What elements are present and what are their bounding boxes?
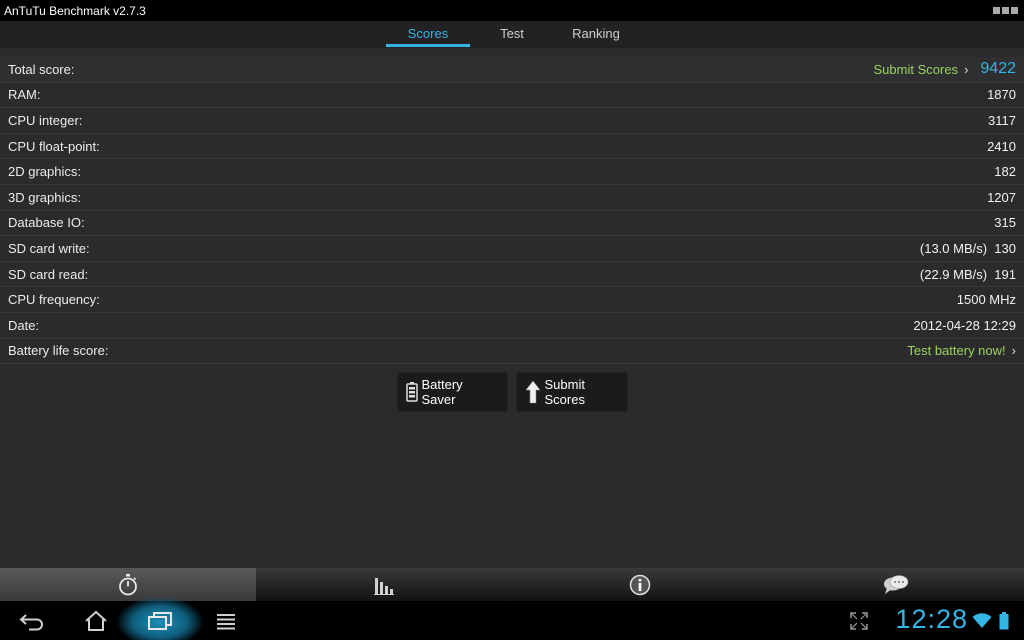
score-value: 315 bbox=[994, 215, 1016, 231]
score-label: CPU float-point: bbox=[8, 138, 100, 154]
score-value: 2410 bbox=[987, 138, 1016, 154]
expand-icon bbox=[850, 611, 868, 630]
nav-info[interactable] bbox=[512, 568, 768, 601]
total-score-row: Total score: Submit Scores › 9422 bbox=[0, 57, 1024, 83]
back-icon bbox=[19, 613, 43, 630]
overflow-menu-icon[interactable] bbox=[993, 7, 1018, 14]
upload-arrow-icon bbox=[524, 380, 541, 404]
score-value: 182 bbox=[994, 164, 1016, 180]
battery-status bbox=[996, 601, 1012, 640]
score-label: SD card read: bbox=[8, 266, 89, 282]
score-row-cpu-frequency: CPU frequency: 1500 MHz bbox=[0, 287, 1024, 313]
score-row-date: Date: 2012-04-28 12:29 bbox=[0, 313, 1024, 339]
recent-apps-button[interactable] bbox=[142, 601, 178, 640]
score-label: 2D graphics: bbox=[8, 164, 81, 180]
bottom-navigation bbox=[0, 568, 1024, 601]
back-button[interactable] bbox=[14, 601, 50, 640]
nav-chat[interactable] bbox=[768, 568, 1024, 601]
tab-ranking[interactable]: Ranking bbox=[554, 21, 638, 48]
total-score-value: 9422 bbox=[980, 60, 1016, 78]
test-battery-link[interactable]: Test battery now! › bbox=[907, 343, 1016, 358]
score-label: Database IO: bbox=[8, 215, 85, 231]
app-title: AnTuTu Benchmark v2.7.3 bbox=[4, 3, 146, 18]
score-value: 1207 bbox=[987, 189, 1016, 205]
nav-test[interactable] bbox=[256, 568, 512, 601]
tab-bar: Scores Test Ranking bbox=[0, 21, 1024, 48]
score-value: (13.0 MB/s) 130 bbox=[919, 240, 1016, 256]
submit-scores-label: Submit Scores bbox=[544, 377, 585, 407]
score-label: SD card write: bbox=[8, 240, 90, 256]
system-bar: 12:28 bbox=[0, 597, 1024, 640]
score-list: Total score: Submit Scores › 9422 RAM: 1… bbox=[0, 57, 1024, 365]
bar-chart-icon bbox=[374, 577, 394, 595]
action-buttons: Battery Saver Submit Scores bbox=[0, 373, 1024, 411]
score-row-cpu-float: CPU float-point: 2410 bbox=[0, 134, 1024, 160]
score-row-3d-graphics: 3D graphics: 1207 bbox=[0, 185, 1024, 211]
clock: 12:28 bbox=[895, 604, 968, 634]
score-value: 1870 bbox=[987, 87, 1016, 103]
score-row-ram: RAM: 1870 bbox=[0, 83, 1024, 109]
wifi-icon bbox=[972, 612, 992, 628]
total-score-value-group: Submit Scores › 9422 bbox=[874, 60, 1016, 78]
score-label: CPU integer: bbox=[8, 112, 83, 128]
menu-button[interactable] bbox=[208, 601, 244, 640]
title-bar: AnTuTu Benchmark v2.7.3 bbox=[0, 0, 1024, 21]
chevron-right-icon: › bbox=[1011, 343, 1016, 359]
total-score-label: Total score: bbox=[8, 61, 75, 77]
stopwatch-icon bbox=[119, 573, 137, 595]
chevron-right-icon: › bbox=[964, 61, 969, 77]
battery-life-row: Battery life score: Test battery now! › bbox=[0, 339, 1024, 365]
battery-status-icon bbox=[999, 611, 1009, 629]
battery-life-label: Battery life score: bbox=[8, 343, 109, 359]
score-label: Date: bbox=[8, 317, 40, 333]
score-row-sd-read: SD card read: (22.9 MB/s) 191 bbox=[0, 262, 1024, 288]
menu-icon bbox=[217, 613, 235, 629]
info-icon bbox=[629, 574, 651, 595]
score-label: RAM: bbox=[8, 87, 41, 103]
score-value: 1500 MHz bbox=[956, 292, 1016, 308]
score-row-database-io: Database IO: 315 bbox=[0, 211, 1024, 237]
submit-scores-button[interactable]: Submit Scores bbox=[516, 373, 627, 411]
score-value: 2012-04-28 12:29 bbox=[913, 317, 1016, 333]
battery-saver-button[interactable]: Battery Saver bbox=[397, 373, 507, 411]
submit-scores-link[interactable]: Submit Scores › bbox=[874, 62, 969, 77]
score-label: 3D graphics: bbox=[8, 189, 81, 205]
tab-scores[interactable]: Scores bbox=[386, 21, 470, 48]
battery-icon bbox=[405, 382, 418, 402]
home-button[interactable] bbox=[78, 601, 114, 640]
score-row-sd-write: SD card write: (13.0 MB/s) 130 bbox=[0, 236, 1024, 262]
fullscreen-button[interactable] bbox=[848, 601, 870, 640]
tab-test[interactable]: Test bbox=[470, 21, 554, 48]
score-row-2d-graphics: 2D graphics: 182 bbox=[0, 159, 1024, 185]
home-icon bbox=[85, 610, 107, 631]
submit-scores-link-label: Submit Scores bbox=[873, 61, 959, 77]
chat-bubbles-icon bbox=[884, 574, 909, 594]
score-value: 3117 bbox=[988, 112, 1016, 128]
test-battery-link-label: Test battery now! bbox=[907, 343, 1006, 359]
score-value: (22.9 MB/s) 191 bbox=[919, 266, 1016, 282]
nav-scores[interactable] bbox=[0, 568, 256, 601]
score-label: CPU frequency: bbox=[8, 292, 100, 308]
wifi-status bbox=[972, 601, 992, 640]
score-row-cpu-integer: CPU integer: 3117 bbox=[0, 108, 1024, 134]
recent-apps-icon bbox=[148, 611, 172, 630]
battery-saver-label: Battery Saver bbox=[421, 377, 463, 407]
